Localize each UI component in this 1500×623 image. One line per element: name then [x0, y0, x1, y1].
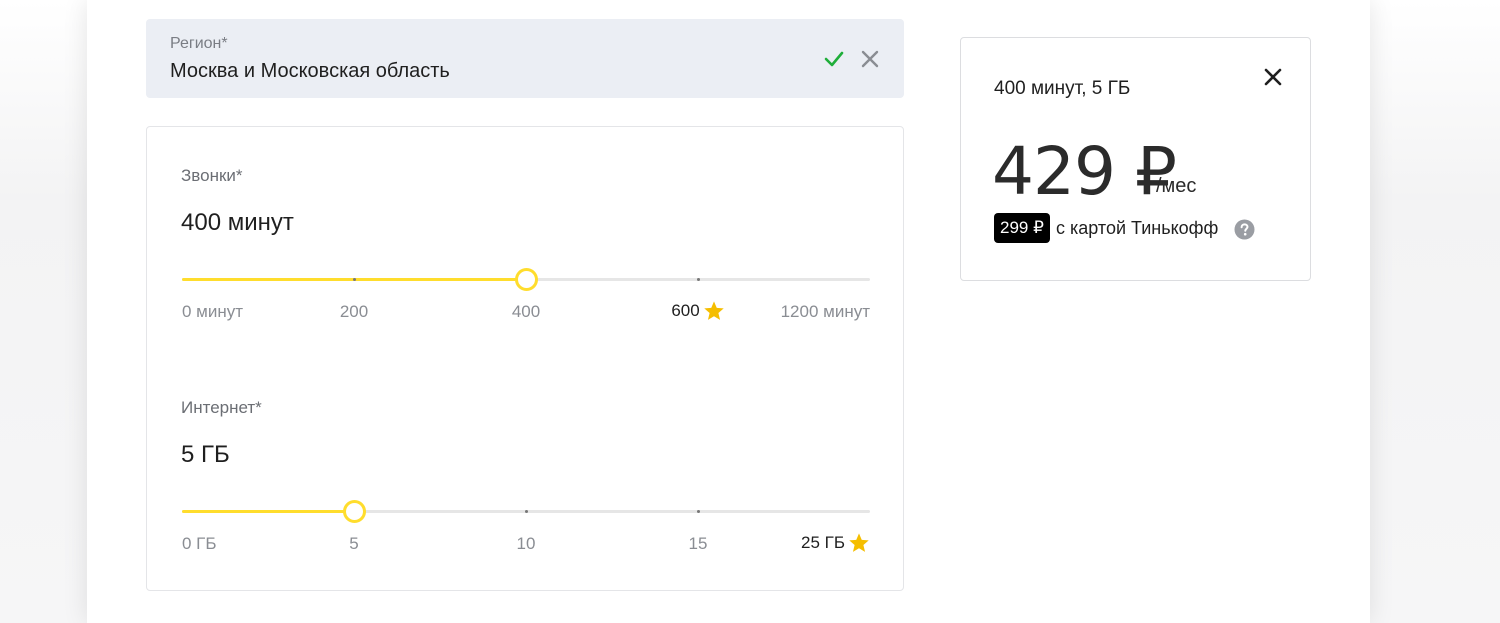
calls-slider[interactable] — [182, 268, 870, 291]
calls-tick-label[interactable]: 0 минут — [182, 302, 243, 322]
tariff-summary-card: 400 минут, 5 ГБ 429 ₽ /мес 299 ₽ с карто… — [960, 37, 1311, 281]
promo-text: с картой Тинькофф — [1056, 218, 1219, 238]
calls-value: 400 минут — [181, 209, 294, 236]
promo-price-badge: 299 ₽ — [994, 213, 1050, 243]
check-icon — [824, 51, 844, 67]
tariff-builder-card: Звонки* 400 минут 0 минут 200 400 600 1200 м… — [146, 126, 904, 591]
internet-value: 5 ГБ — [181, 441, 230, 468]
region-value[interactable]: Москва и Московская область — [170, 60, 450, 83]
help-icon[interactable] — [1234, 219, 1255, 240]
internet-slider-fill — [182, 510, 354, 513]
star-icon — [703, 301, 724, 320]
internet-tick-label[interactable]: 0 ГБ — [182, 534, 217, 554]
summary-title: 400 минут, 5 ГБ — [994, 78, 1131, 99]
region-label: Регион* — [170, 35, 228, 52]
internet-tick-label[interactable]: 25 ГБ — [801, 532, 870, 554]
internet-slider-tick — [525, 510, 528, 513]
calls-tick-label[interactable]: 1200 минут — [781, 302, 870, 322]
internet-slider-thumb[interactable] — [342, 500, 366, 523]
star-icon — [849, 533, 869, 552]
close-icon[interactable] — [1261, 65, 1285, 89]
internet-label: Интернет* — [181, 398, 262, 417]
internet-tick-label[interactable]: 10 — [517, 534, 536, 554]
internet-tick-label[interactable]: 15 — [689, 534, 708, 554]
calls-slider-tick — [697, 278, 700, 281]
region-field[interactable]: Регион* Москва и Московская область — [146, 19, 904, 98]
internet-slider-tick — [697, 510, 700, 513]
internet-slider[interactable] — [182, 500, 870, 523]
calls-label: Звонки* — [181, 166, 243, 185]
monthly-price: 429 ₽ — [992, 133, 1177, 210]
calls-tick-label[interactable]: 200 — [340, 302, 368, 322]
calls-tick-label[interactable]: 400 — [512, 302, 540, 322]
calls-slider-thumb[interactable] — [514, 268, 538, 291]
close-icon[interactable] — [859, 48, 881, 70]
calls-tick-label[interactable]: 600 — [671, 300, 724, 322]
internet-tick-label-text: 25 ГБ — [801, 533, 845, 552]
calls-slider-tick — [353, 278, 356, 281]
calls-tick-label-text: 600 — [671, 301, 700, 320]
internet-tick-label[interactable]: 5 — [349, 534, 358, 554]
price-period: /мес — [1156, 175, 1197, 197]
